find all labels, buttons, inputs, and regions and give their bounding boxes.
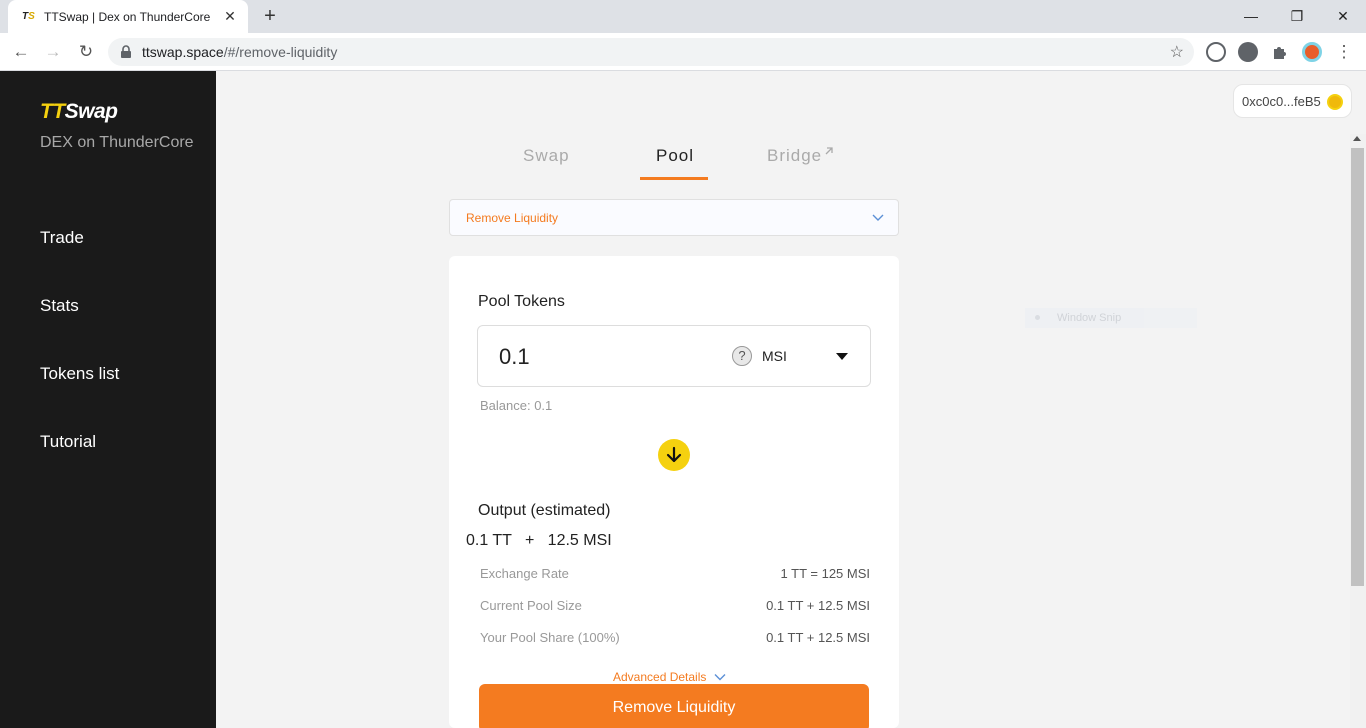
wallet-address: 0xc0c0...feB5 [1242, 93, 1321, 109]
logo-part1: TT [40, 100, 65, 123]
liquidity-mode-dropdown[interactable]: Remove Liquidity [449, 199, 899, 236]
tab-swap[interactable]: Swap [523, 146, 570, 166]
amount-value[interactable]: 0.1 [499, 344, 530, 370]
favicon-icon: TS [22, 11, 35, 22]
external-link-icon [825, 147, 833, 155]
output-value: 0.1 TT + 12.5 MSI [466, 532, 612, 549]
tab-bridge[interactable]: Bridge [767, 146, 834, 166]
app-tagline: DEX on ThunderCore [40, 134, 194, 151]
extension-bolt-icon[interactable] [1238, 42, 1258, 62]
extension-c-icon[interactable] [1206, 42, 1226, 62]
browser-tab[interactable]: TS TTSwap | Dex on ThunderCore ✕ [8, 0, 248, 33]
close-tab-icon[interactable]: ✕ [222, 8, 238, 25]
bookmark-star-icon[interactable]: ☆ [1170, 42, 1184, 62]
forward-button[interactable]: → [41, 40, 65, 64]
token-symbol[interactable]: MSI [762, 348, 787, 364]
tab-title: TTSwap | Dex on ThunderCore [44, 9, 211, 24]
remove-liquidity-button[interactable]: Remove Liquidity [479, 684, 869, 728]
pool-share-value: 0.1 TT + 12.5 MSI [766, 630, 870, 645]
browser-menu-icon[interactable]: ⋮ [1332, 40, 1356, 64]
remove-liquidity-card: Pool Tokens 0.1 ? MSI Balance: 0.1 Outpu… [449, 256, 899, 728]
url-text: ttswap.space/#/remove-liquidity [142, 44, 337, 60]
sidebar-item-tokens-list[interactable]: Tokens list [40, 364, 119, 384]
arrow-down-icon [658, 439, 690, 471]
browser-toolbar: ← → ↻ ttswap.space/#/remove-liquidity ☆ … [0, 33, 1366, 71]
tab-bridge-label: Bridge [767, 146, 823, 165]
scrollbar-thumb[interactable] [1351, 148, 1364, 586]
exchange-rate-value: 1 TT = 125 MSI [780, 566, 870, 581]
advanced-details-label: Advanced Details [613, 670, 707, 684]
back-button[interactable]: ← [9, 40, 33, 64]
url-path: /#/remove-liquidity [223, 44, 338, 60]
sidebar-item-tutorial[interactable]: Tutorial [40, 432, 96, 452]
chevron-down-icon [714, 674, 726, 681]
logo-part2: Swap [64, 100, 118, 123]
new-tab-button[interactable]: + [258, 5, 282, 29]
reload-button[interactable]: ↻ [74, 40, 98, 64]
address-bar[interactable]: ttswap.space/#/remove-liquidity ☆ [108, 38, 1194, 66]
minimize-button[interactable]: — [1228, 4, 1274, 28]
app-logo[interactable]: TTSwap [40, 100, 118, 124]
token-unknown-icon: ? [732, 346, 752, 366]
liquidity-mode-value: Remove Liquidity [466, 211, 559, 225]
advanced-details-toggle[interactable]: Advanced Details [613, 670, 726, 684]
close-window-button[interactable]: ✕ [1320, 4, 1366, 28]
snip-dot-icon [1035, 315, 1040, 320]
window-snip-label: Window Snip [1057, 312, 1122, 324]
pool-size-value: 0.1 TT + 12.5 MSI [766, 598, 870, 613]
active-tab-indicator [640, 177, 708, 180]
browser-tabstrip: TS TTSwap | Dex on ThunderCore ✕ + — ❐ ✕ [0, 0, 1366, 33]
window-snip-overlay: Window Snip [1025, 308, 1197, 328]
token-select-caret-icon[interactable] [836, 353, 848, 360]
sidebar: TTSwap DEX on ThunderCore Trade Stats To… [0, 71, 216, 728]
restore-button[interactable]: ❐ [1274, 4, 1320, 28]
lock-icon [121, 45, 131, 58]
sidebar-item-stats[interactable]: Stats [40, 296, 79, 316]
profile-avatar[interactable] [1302, 42, 1322, 62]
chevron-down-icon [872, 214, 884, 221]
tab-pool[interactable]: Pool [656, 146, 694, 166]
pool-share-label: Your Pool Share (100%) [480, 630, 620, 645]
url-host: ttswap.space [142, 44, 224, 60]
scroll-up-icon[interactable] [1353, 136, 1361, 141]
exchange-rate-label: Exchange Rate [480, 566, 569, 581]
pool-size-label: Current Pool Size [480, 598, 582, 613]
sidebar-item-trade[interactable]: Trade [40, 228, 84, 248]
extensions-puzzle-icon[interactable] [1270, 42, 1290, 62]
wallet-coin-icon [1327, 94, 1343, 110]
pool-token-amount-input[interactable]: 0.1 ? MSI [477, 325, 871, 387]
output-label: Output (estimated) [478, 502, 611, 519]
wallet-button[interactable]: 0xc0c0...feB5 [1233, 84, 1352, 118]
balance-text: Balance: 0.1 [480, 398, 553, 413]
pool-tokens-label: Pool Tokens [478, 293, 565, 310]
